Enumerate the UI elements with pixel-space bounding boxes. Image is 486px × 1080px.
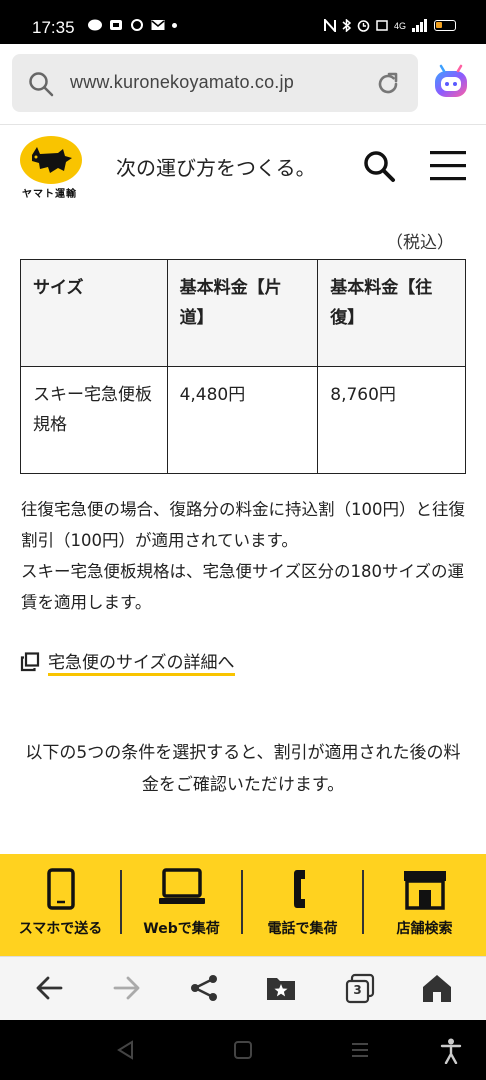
action-label: Webで集荷 bbox=[143, 921, 220, 937]
site-header: ヤマト運輸 次の運び方をつくる。 bbox=[0, 124, 486, 224]
yamato-logo-icon[interactable] bbox=[20, 135, 84, 185]
size-link-text[interactable]: 宅急便のサイズの詳細へ bbox=[48, 648, 235, 676]
nfc-icon bbox=[323, 19, 336, 32]
menu-icon[interactable] bbox=[430, 149, 466, 183]
logo-text: ヤマト運輸 bbox=[22, 189, 77, 200]
note-paragraph: 往復宅急便の場合、復路分の料金に持込割（100円）と往復割引（100円）が適用さ… bbox=[21, 500, 465, 550]
table-header-row: サイズ 基本料金【片道】 基本料金【往復】 bbox=[20, 259, 466, 367]
browser-toolbar: www.kuronekoyamato.co.jp bbox=[0, 44, 486, 124]
forward-arrow-icon[interactable] bbox=[112, 973, 142, 1003]
back-arrow-icon[interactable] bbox=[34, 973, 64, 1003]
action-web-pickup[interactable]: Webで集荷 bbox=[121, 854, 242, 956]
smartphone-icon bbox=[46, 868, 75, 910]
conditions-text: 以下の5つの条件を選択すると、割引が適用された後の料金をご確認いただけます。 bbox=[25, 743, 461, 795]
fee-note: 往復宅急便の場合、復路分の料金に持込割（100円）と往復割引（100円）が適用さ… bbox=[21, 494, 473, 618]
table-row: スキー宅急便板規格 4,480円 8,760円 bbox=[20, 366, 466, 474]
status-bar: 17:35 4G bbox=[0, 0, 486, 44]
home-icon[interactable] bbox=[422, 973, 452, 1003]
tax-note: （税込） bbox=[386, 233, 454, 253]
share-icon[interactable] bbox=[189, 973, 219, 1003]
system-back-icon[interactable] bbox=[116, 1040, 136, 1060]
action-smartphone-send[interactable]: スマホで送る bbox=[0, 854, 121, 956]
url-text[interactable]: www.kuronekoyamato.co.jp bbox=[70, 72, 294, 93]
system-recents-icon[interactable] bbox=[350, 1040, 370, 1060]
tagline: 次の運び方をつくる。 bbox=[116, 156, 316, 180]
table-header-cell: 基本料金【往復】 bbox=[317, 259, 466, 367]
bluetooth-icon bbox=[342, 19, 351, 32]
tab-count: 3 bbox=[353, 983, 362, 997]
action-phone-pickup[interactable]: 電話で集荷 bbox=[242, 854, 363, 956]
data-saver-icon bbox=[376, 20, 388, 31]
external-window-icon bbox=[20, 652, 40, 672]
table-cell: 4,480円 bbox=[166, 366, 319, 474]
battery-icon bbox=[434, 20, 456, 31]
system-navigation-bar bbox=[0, 1020, 486, 1080]
sync-icon bbox=[131, 19, 143, 31]
line-app-icon bbox=[88, 19, 102, 31]
store-icon bbox=[403, 871, 446, 910]
browser-navigation-bar: 3 bbox=[0, 956, 486, 1020]
alarm-icon bbox=[357, 20, 370, 32]
signal-icon bbox=[412, 19, 427, 32]
status-time: 17:35 bbox=[32, 18, 75, 37]
note-paragraph: スキー宅急便板規格は、宅急便サイズ区分の180サイズの運賃を適用します。 bbox=[21, 562, 465, 612]
table-header-cell: サイズ bbox=[20, 259, 168, 367]
system-status-icons: 4G bbox=[323, 19, 456, 32]
action-store-search[interactable]: 店舗検索 bbox=[364, 854, 485, 956]
search-icon bbox=[29, 72, 54, 97]
quick-action-bar: スマホで送る Webで集荷 電話で集荷 店舗検索 bbox=[0, 854, 486, 956]
size-details-link[interactable]: 宅急便のサイズの詳細へ bbox=[20, 648, 235, 676]
action-label: 店舗検索 bbox=[396, 921, 453, 937]
action-label: 電話で集荷 bbox=[267, 921, 338, 937]
laptop-icon bbox=[158, 868, 205, 904]
site-search-icon[interactable] bbox=[362, 149, 396, 183]
table-header-cell: 基本料金【片道】 bbox=[166, 259, 319, 367]
action-label: スマホで送る bbox=[18, 921, 103, 937]
app-notification-icon bbox=[110, 20, 122, 30]
table-cell: 8,760円 bbox=[317, 366, 466, 474]
reload-icon[interactable] bbox=[374, 70, 402, 98]
phone-icon bbox=[293, 870, 305, 908]
price-table: サイズ 基本料金【片道】 基本料金【往復】 スキー宅急便板規格 4,480円 8… bbox=[20, 259, 466, 474]
bookmarks-icon[interactable] bbox=[266, 973, 296, 1003]
mail-icon bbox=[151, 20, 165, 30]
address-bar[interactable]: www.kuronekoyamato.co.jp bbox=[12, 54, 418, 112]
network-type: 4G bbox=[393, 20, 406, 31]
system-home-icon[interactable] bbox=[233, 1040, 253, 1060]
more-dot-icon bbox=[172, 22, 177, 28]
notification-icons bbox=[88, 19, 177, 31]
tab-switcher-button[interactable]: 3 bbox=[344, 973, 376, 1005]
table-cell: スキー宅急便板規格 bbox=[20, 366, 168, 474]
accessibility-icon[interactable] bbox=[440, 1038, 462, 1064]
browser-assistant-icon[interactable] bbox=[432, 64, 470, 102]
